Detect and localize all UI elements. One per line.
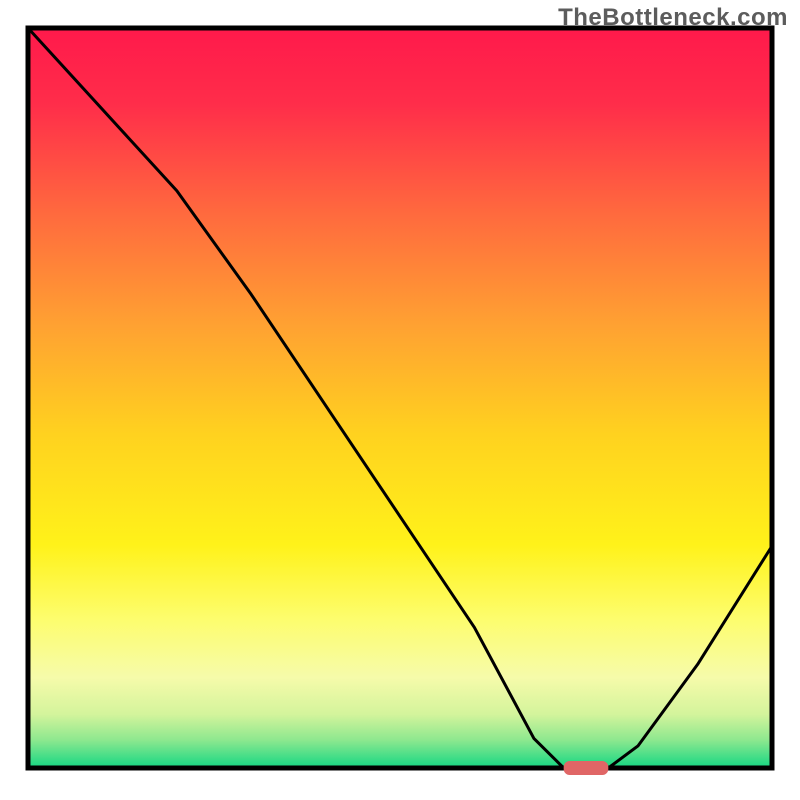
watermark-text: TheBottleneck.com xyxy=(558,4,788,32)
plot-svg xyxy=(0,0,800,800)
optimal-marker xyxy=(564,761,609,775)
bottleneck-chart: TheBottleneck.com xyxy=(0,0,800,800)
gradient-rect xyxy=(31,31,770,766)
plot-inner xyxy=(28,28,772,775)
